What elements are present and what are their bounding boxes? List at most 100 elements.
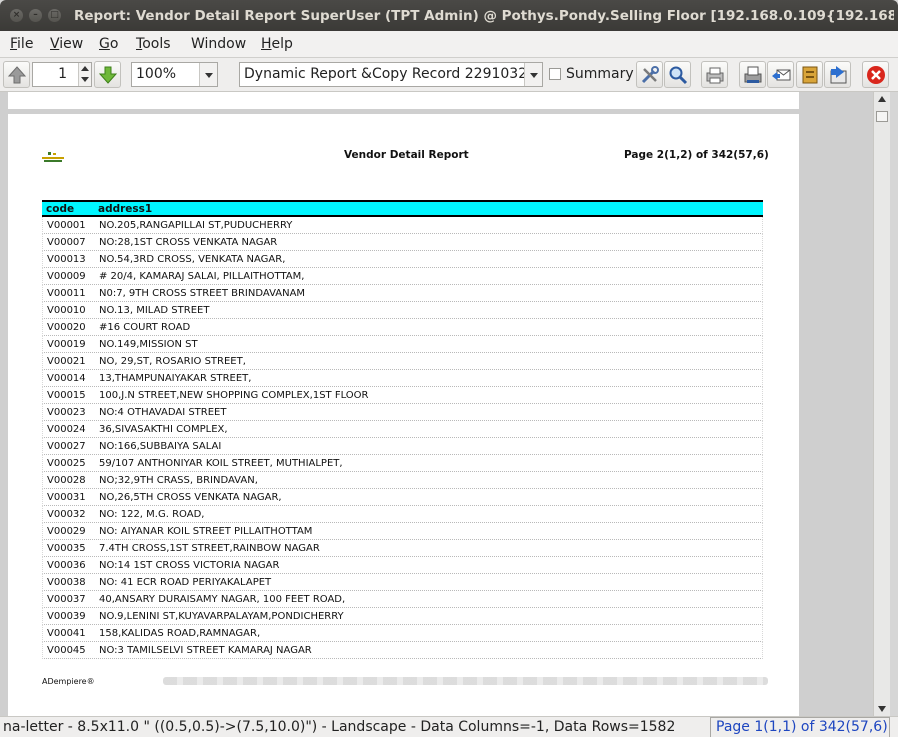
cell-code: V00011 (47, 288, 86, 299)
menu-tools[interactable]: Tools (136, 36, 171, 52)
status-page-indicator[interactable]: Page 1(1,1) of 342(57,6) (710, 717, 890, 737)
cell-address1: NO.9,LENINI ST,KUYAVARPALAYAM,PONDICHERR… (99, 611, 344, 622)
summary-checkbox[interactable] (549, 68, 561, 80)
cell-address1: 59/107 ANTHONIYAR KOIL STREET, MUTHIALPE… (99, 458, 343, 469)
scroll-down-icon[interactable] (878, 706, 886, 712)
export-icon (830, 66, 847, 84)
previous-page-button[interactable] (3, 61, 30, 88)
print-button[interactable] (701, 61, 728, 88)
page-spinner[interactable] (78, 63, 91, 86)
table-row: V00038 NO: 41 ECR ROAD PERIYAKALAPET (42, 574, 763, 591)
scroll-up-icon[interactable] (878, 96, 886, 102)
cell-code: V00045 (47, 645, 86, 656)
cell-address1: NO.149,MISSION ST (99, 339, 198, 350)
cell-code: V00027 (47, 441, 86, 452)
cell-address1: 40,ANSARY DURAISAMY NAGAR, 100 FEET ROAD… (99, 594, 346, 605)
scroll-thumb[interactable] (876, 111, 888, 122)
company-logo (42, 152, 64, 162)
email-icon (772, 69, 791, 81)
table-row: V00036 NO:14 1ST CROSS VICTORIA NAGAR (42, 557, 763, 574)
cell-address1: # 20/4, KAMARAJ SALAI, PILLAITHOTTAM, (99, 271, 305, 282)
table-row: V00039 NO.9,LENINI ST,KUYAVARPALAYAM,POND… (42, 608, 763, 625)
report-title: Vendor Detail Report (344, 149, 469, 161)
spin-down-icon[interactable] (81, 77, 89, 82)
archive-icon (802, 66, 818, 84)
page-number-input[interactable]: 1 (32, 62, 92, 87)
find-button[interactable] (664, 61, 691, 88)
cell-address1: NO.205,RANGAPILLAI ST,PUDUCHERRY (99, 220, 293, 231)
find-icon (669, 66, 688, 85)
cell-code: V00037 (47, 594, 86, 605)
cell-address1: NO,26,5TH CROSS VENKATA NAGAR, (99, 492, 282, 503)
archive-button[interactable] (796, 61, 823, 88)
report-viewport[interactable]: Vendor Detail Report Page 2(1,2) of 342(… (0, 92, 873, 716)
cell-code: V00020 (47, 322, 86, 333)
cell-address1: 13,THAMPUNAIYAKAR STREET, (99, 373, 252, 384)
table-row: V00007 NO:28,1ST CROSS VENKATA NAGAR (42, 234, 763, 251)
report-page-info: Page 2(1,2) of 342(57,6) (624, 149, 769, 161)
table-row: V00032 NO: 122, M.G. ROAD, (42, 506, 763, 523)
menu-file[interactable]: File (10, 36, 33, 52)
toolbar: 1 100% Dynamic Report &Copy Record 22910… (0, 58, 898, 92)
cell-code: V00023 (47, 407, 86, 418)
menu-go[interactable]: Go (99, 36, 118, 52)
minimize-window-icon[interactable]: – (29, 9, 42, 22)
table-row: V00037 40,ANSARY DURAISAMY NAGAR, 100 FEE… (42, 591, 763, 608)
report-page: Vendor Detail Report Page 2(1,2) of 342(… (8, 114, 799, 716)
chevron-down-icon[interactable] (524, 63, 542, 86)
table-row: V00023 NO:4 OTHAVADAI STREET (42, 404, 763, 421)
cell-code: V00009 (47, 271, 86, 282)
export-button[interactable] (824, 61, 851, 88)
column-header-code: code (46, 203, 75, 215)
table-row: V00015 100,J.N STREET,NEW SHOPPING COMPLE… (42, 387, 763, 404)
summary-label[interactable]: Summary (566, 66, 634, 82)
cell-address1: NO:14 1ST CROSS VICTORIA NAGAR (99, 560, 280, 571)
print-icon (706, 67, 724, 84)
table-row: V00001 NO.205,RANGAPILLAI ST,PUDUCHERRY (42, 217, 763, 234)
menu-view[interactable]: View (50, 36, 83, 52)
cell-code: V00001 (47, 220, 86, 231)
cell-address1: NO: AIYANAR KOIL STREET PILLAITHOTTAM (99, 526, 313, 537)
table-row: V00014 13,THAMPUNAIYAKAR STREET, (42, 370, 763, 387)
close-window-icon[interactable]: × (10, 9, 23, 22)
table-row: V00027 NO:166,SUBBAIYA SALAI (42, 438, 763, 455)
spin-up-icon[interactable] (81, 66, 89, 71)
table-row: V00019 NO.149,MISSION ST (42, 336, 763, 353)
previous-page-sheet (8, 92, 799, 109)
up-arrow-icon (7, 66, 27, 84)
menu-window[interactable]: Window (191, 36, 246, 52)
footer-info-blurred (163, 677, 768, 685)
customize-report-button[interactable] (636, 61, 663, 88)
print-preview-button[interactable] (739, 61, 766, 88)
menu-help[interactable]: Help (261, 36, 293, 52)
report-format-select[interactable]: Dynamic Report &Copy Record 2291032 (239, 62, 543, 87)
cell-address1: 36,SIVASAKTHI COMPLEX, (99, 424, 228, 435)
cell-address1: N0:7, 9TH CROSS STREET BRINDAVANAM (99, 288, 306, 299)
cell-code: V00024 (47, 424, 86, 435)
chevron-down-icon[interactable] (199, 63, 217, 86)
maximize-window-icon[interactable]: □ (48, 9, 61, 22)
vertical-scrollbar[interactable] (873, 92, 890, 716)
table-row: V00045 NO:3 TAMILSELVI STREET KAMARAJ NAG… (42, 642, 763, 659)
table-header: code address1 (42, 200, 763, 217)
cell-code: V00019 (47, 339, 86, 350)
cell-code: V00031 (47, 492, 86, 503)
table-row: V00013 NO.54,3RD CROSS, VENKATA NAGAR, (42, 251, 763, 268)
cell-address1: 158,KALIDAS ROAD,RAMNAGAR, (99, 628, 261, 639)
send-email-button[interactable] (767, 61, 794, 88)
next-page-button[interactable] (94, 61, 121, 88)
column-header-address1: address1 (98, 203, 153, 215)
table-row: V00041 158,KALIDAS ROAD,RAMNAGAR, (42, 625, 763, 642)
close-report-button[interactable] (862, 61, 889, 88)
cell-address1: NO, 29,ST, ROSARIO STREET, (99, 356, 246, 367)
cell-address1: NO: 122, M.G. ROAD, (99, 509, 205, 520)
cell-code: V00039 (47, 611, 86, 622)
table-row: V00025 59/107 ANTHONIYAR KOIL STREET, MUT… (42, 455, 763, 472)
cell-address1: 7.4TH CROSS,1ST STREET,RAINBOW NAGAR (99, 543, 320, 554)
window-title: Report: Vendor Detail Report SuperUser (… (74, 8, 894, 24)
zoom-select[interactable]: 100% (131, 62, 218, 87)
close-icon (867, 66, 885, 84)
cell-address1: NO:4 OTHAVADAI STREET (99, 407, 227, 418)
cell-code: V00036 (47, 560, 86, 571)
table-row: V00035 7.4TH CROSS,1ST STREET,RAINBOW NAG… (42, 540, 763, 557)
